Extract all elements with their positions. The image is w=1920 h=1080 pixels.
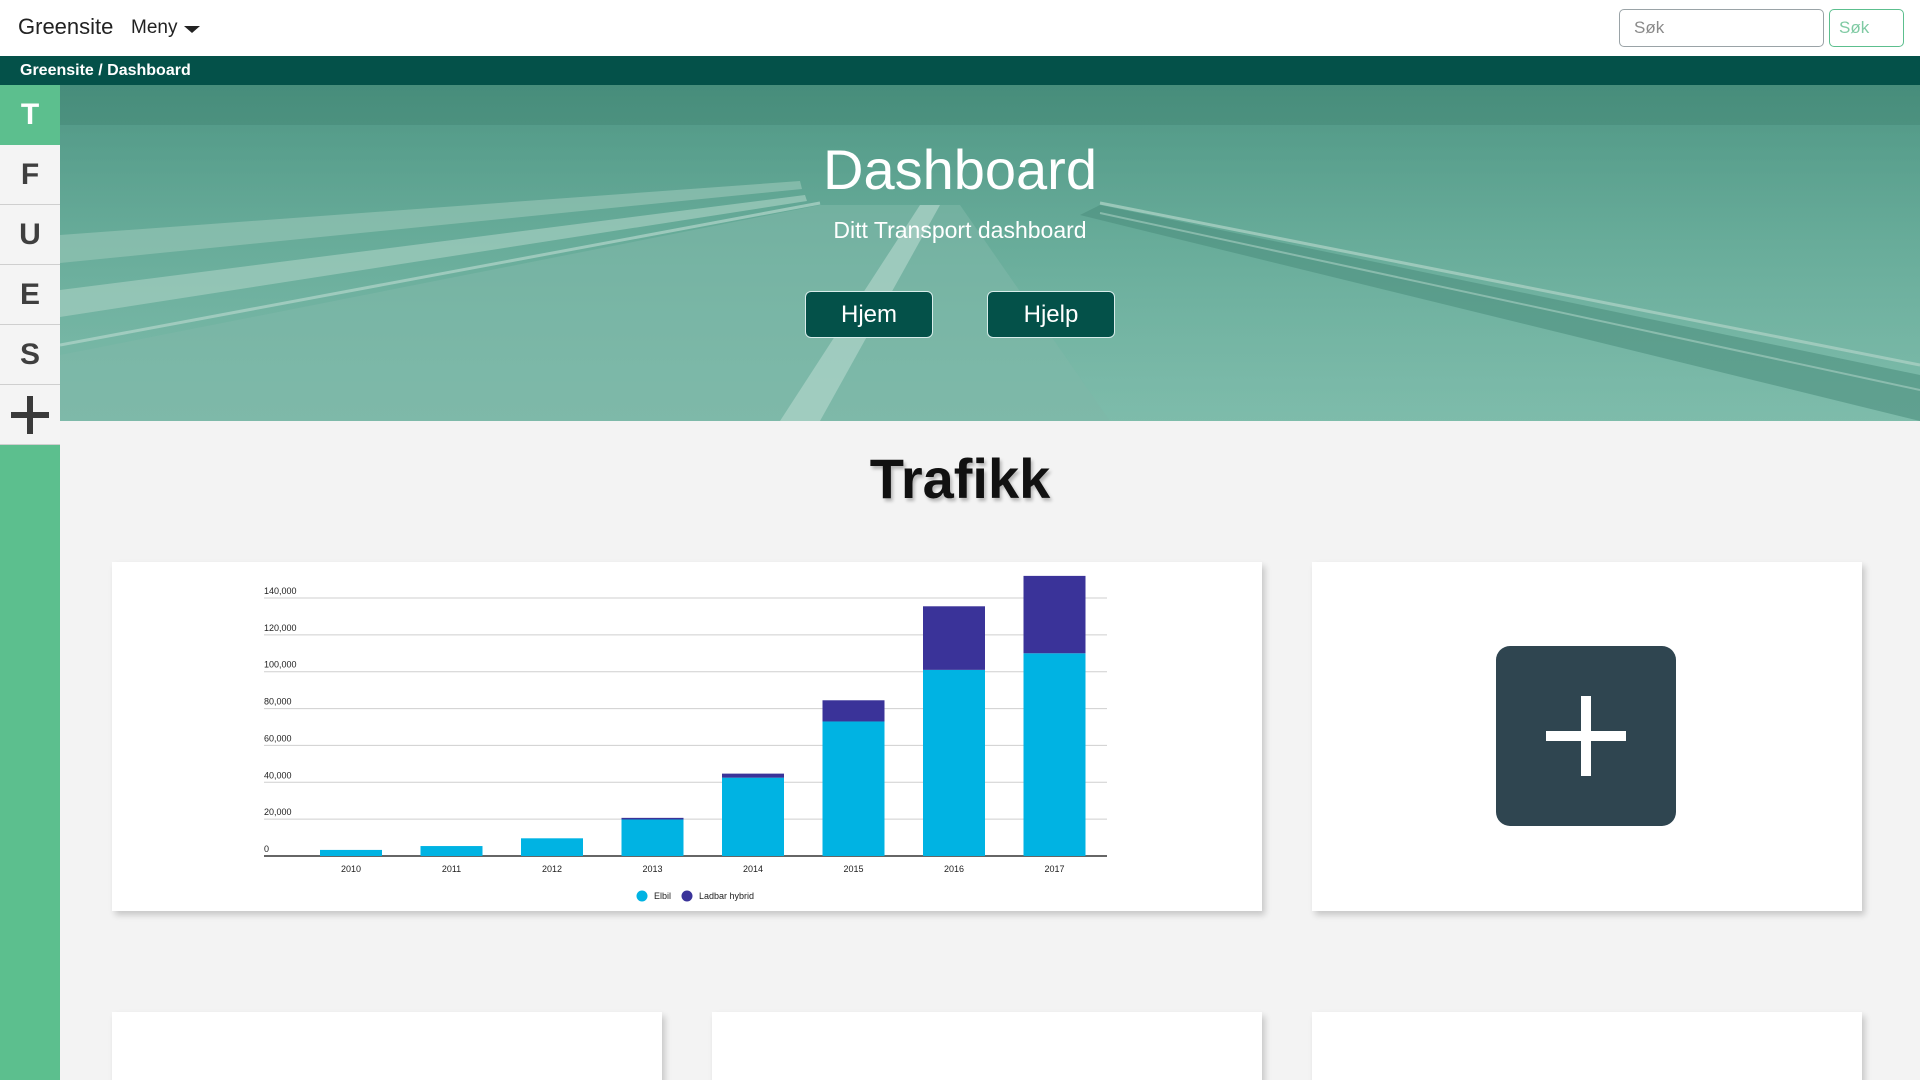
y-tick-label: 120,000 [264,623,297,633]
widget-card [1312,1012,1862,1080]
brand-logo-text[interactable]: Greensite [18,14,113,40]
y-tick-label: 60,000 [264,733,292,743]
search-button[interactable]: Søk [1829,9,1904,47]
bar-elbil [420,846,483,856]
help-button[interactable]: Hjelp [987,291,1115,338]
bridge-road-image [60,85,1920,421]
chart-card: 0 20,000 40,000 60,000 80,000 100,000 120,000 1… [112,562,1262,911]
y-tick-label: 40,000 [264,770,292,780]
widget-card [712,1012,1262,1080]
sidebar-item-u[interactable]: U [0,205,60,265]
stacked-bar-chart: 0 20,000 40,000 60,000 80,000 100,000 120,000 1… [264,575,1107,902]
y-tick-label: 140,000 [264,586,297,596]
section-title: Trafikk [869,447,1051,510]
top-navbar: Greensite Meny Søk [0,0,1920,56]
y-tick-label: 20,000 [264,807,292,817]
sidebar-item-f[interactable]: F [0,145,60,205]
bar-elbil [621,819,684,856]
sidebar-item-t[interactable]: T [0,85,60,145]
hero-title: Dashboard [823,138,1097,201]
bar-elbil [521,838,583,856]
bar-elbil [923,669,985,856]
x-tick-label: 2017 [1044,864,1064,874]
y-tick-label: 100,000 [264,660,297,670]
bar-elbil [1023,653,1086,856]
hero-subtitle: Ditt Transport dashboard [833,217,1087,243]
bar-ladbar-hybrid [722,773,784,778]
bar-ladbar-hybrid [621,817,684,820]
chevron-down-icon [184,26,201,33]
x-tick-label: 2015 [843,864,863,874]
y-tick-label: 80,000 [264,697,292,707]
x-tick-label: 2012 [542,864,562,874]
sidebar-add-button[interactable] [0,385,60,445]
legend-label: Elbil [654,891,671,901]
bar-ladbar-hybrid [923,606,985,670]
plus-icon[interactable] [1496,646,1676,826]
plus-icon [11,396,49,434]
hero-banner: Dashboard Ditt Transport dashboard Hjem … [60,85,1920,421]
x-tick-label: 2011 [442,864,461,874]
search-input[interactable] [1619,9,1824,47]
x-tick-label: 2013 [642,864,662,874]
x-tick-label: 2014 [743,864,763,874]
bar-elbil [822,721,885,856]
sidebar-item-s[interactable]: S [0,325,60,385]
bar-elbil [722,777,784,856]
breadcrumb: Greensite / Dashboard [0,56,1920,85]
legend-label: Ladbar hybrid [699,891,754,901]
legend-marker [681,890,693,902]
menu-label: Meny [131,17,178,38]
add-widget-card[interactable] [1312,562,1862,911]
widget-card [112,1012,662,1080]
x-tick-label: 2010 [341,864,361,874]
y-tick-label: 0 [264,844,269,854]
home-button[interactable]: Hjem [805,291,933,338]
sidebar-item-e[interactable]: E [0,265,60,325]
x-tick-label: 2016 [944,864,964,874]
bar-ladbar-hybrid [822,700,885,722]
bar-ladbar-hybrid [1023,575,1086,654]
sidebar: T F U E S [0,85,60,1080]
bar-elbil [320,849,382,856]
legend-marker [636,890,648,902]
menu-dropdown[interactable]: Meny [131,17,201,39]
